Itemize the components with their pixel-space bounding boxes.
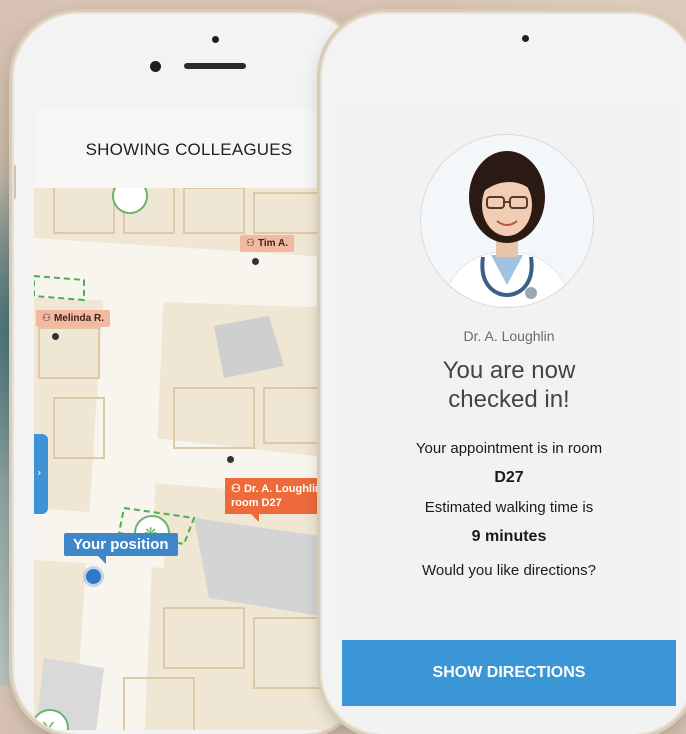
show-directions-button[interactable]: SHOW DIRECTIONS (342, 640, 676, 706)
doctor-pin-name: Dr. A. Loughlin (243, 483, 322, 495)
doctor-pin-dot[interactable] (227, 456, 234, 463)
phone-sensor (212, 36, 219, 43)
phone-speaker (184, 63, 246, 69)
colleague-pin-dot[interactable] (52, 333, 59, 340)
room-number: D27 (494, 469, 524, 486)
checkin-status: You are now checked in! (342, 356, 676, 414)
phone-side-button (14, 164, 16, 200)
phone-camera (150, 61, 161, 72)
colleague-pin-label[interactable]: ⚇ Melinda R. (36, 310, 110, 327)
doctor-pin-room: room D27 (231, 497, 282, 509)
user-icon: ⚇ (42, 313, 51, 324)
your-position-dot (86, 569, 101, 584)
phone-map: SHOWING COLLEAGUES Y ⚇ Tim A. ⚇ Melinda … (14, 14, 364, 734)
phone-checkin: Dr. A. Loughlin You are now checked in! … (322, 14, 686, 734)
user-icon: ⚇ (246, 238, 255, 249)
colleague-pin-label[interactable]: ⚇ Tim A. (240, 235, 294, 252)
user-icon: ⚇ (231, 483, 241, 495)
checkin-status-line: You are now (442, 357, 576, 384)
side-panel-tab[interactable]: › (34, 434, 48, 514)
checkin-screen: Dr. A. Loughlin You are now checked in! … (342, 110, 676, 730)
map-title: SHOWING COLLEAGUES (85, 140, 293, 159)
checkin-status-line: checked in! (448, 386, 570, 413)
map-floorplan: ❋ Y (34, 188, 344, 730)
doctor-name: Dr. A. Loughlin (463, 328, 555, 344)
indoor-map[interactable]: ❋ Y ⚇Tim A. ⚇Melinda R. ⚇ Dr. A. Loughli… (34, 188, 344, 730)
walking-label: Estimated walking time is (424, 499, 594, 516)
colleague-name: Tim A. (257, 238, 288, 249)
doctor-avatar (420, 134, 594, 308)
side-panel-chevron-icon: › (37, 466, 42, 479)
your-position-label: Your position (64, 533, 178, 564)
doctor-pin-label[interactable]: ⚇ Dr. A. Loughlin room D27 (225, 478, 335, 522)
walking-time: 9 minutes (471, 528, 547, 545)
svg-text:Y: Y (42, 719, 55, 730)
map-screen: SHOWING COLLEAGUES Y ⚇ Tim A. ⚇ Melinda … (34, 110, 344, 730)
colleague-name: Melinda R. (53, 313, 104, 324)
doctor-photo (421, 135, 593, 307)
directions-question: Would you like directions? (422, 562, 596, 579)
appointment-label: Your appointment is in room (415, 440, 603, 457)
colleague-pin-dot[interactable] (252, 258, 259, 265)
phone-sensor (522, 35, 529, 42)
